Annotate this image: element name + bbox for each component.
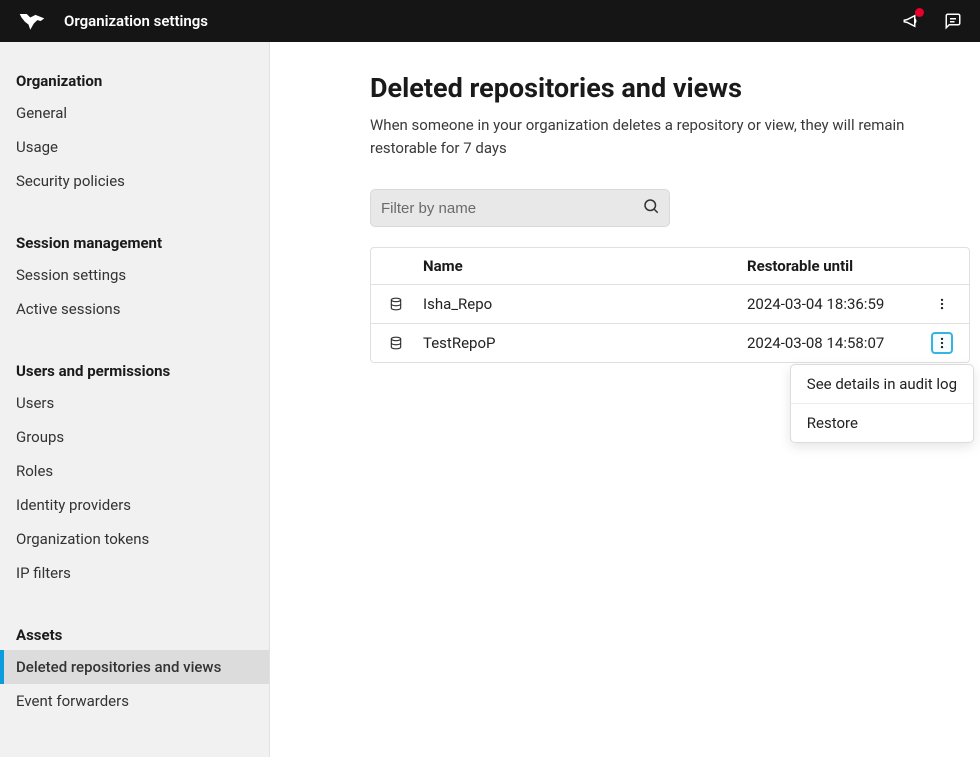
row-name: Isha_Repo: [423, 295, 747, 313]
filter-container: [370, 189, 670, 227]
menu-item-restore[interactable]: Restore: [791, 404, 973, 442]
menu-item-audit-log[interactable]: See details in audit log: [791, 365, 973, 404]
sidebar-item-security-policies[interactable]: Security policies: [0, 164, 269, 198]
sidebar-item-active-sessions[interactable]: Active sessions: [0, 292, 269, 326]
sidebar-section-organization: Organization General Usage Security poli…: [0, 64, 269, 198]
sidebar-heading: Users and permissions: [0, 354, 269, 386]
repository-icon: [383, 297, 423, 311]
topbar-left: Organization settings: [18, 10, 208, 32]
row-actions-button[interactable]: [931, 293, 953, 315]
row-restorable-until: 2024-03-04 18:36:59: [747, 295, 927, 313]
sidebar-item-roles[interactable]: Roles: [0, 454, 269, 488]
topbar-right: [902, 12, 962, 30]
sidebar-item-general[interactable]: General: [0, 96, 269, 130]
sidebar-item-identity-providers[interactable]: Identity providers: [0, 488, 269, 522]
topbar-title: Organization settings: [64, 12, 208, 30]
column-header-name[interactable]: Name: [423, 257, 747, 275]
sidebar-item-ip-filters[interactable]: IP filters: [0, 556, 269, 590]
app-logo[interactable]: [18, 10, 46, 32]
sidebar-section-users-permissions: Users and permissions Users Groups Roles…: [0, 354, 269, 590]
repository-icon: [383, 336, 423, 350]
table-row: TestRepoP 2024-03-08 14:58:07 See detail…: [371, 324, 969, 362]
sidebar-item-groups[interactable]: Groups: [0, 420, 269, 454]
topbar: Organization settings: [0, 0, 980, 42]
row-actions-menu: See details in audit log Restore: [790, 364, 974, 443]
page-description: When someone in your organization delete…: [370, 114, 970, 159]
sidebar-item-users[interactable]: Users: [0, 386, 269, 420]
bird-icon: [18, 10, 46, 32]
kebab-icon: [935, 336, 949, 350]
sidebar-heading: Assets: [0, 618, 269, 650]
layout: Organization General Usage Security poli…: [0, 42, 980, 757]
row-actions-button[interactable]: [931, 332, 953, 354]
table-row: Isha_Repo 2024-03-04 18:36:59: [371, 285, 969, 324]
sidebar-heading: Organization: [0, 64, 269, 96]
sidebar-item-usage[interactable]: Usage: [0, 130, 269, 164]
kebab-icon: [935, 297, 949, 311]
deleted-items-table: Name Restorable until Isha_Repo 2024-03-…: [370, 247, 970, 363]
sidebar-section-assets: Assets Deleted repositories and views Ev…: [0, 618, 269, 718]
notification-dot: [915, 8, 924, 17]
sidebar-heading: Session management: [0, 226, 269, 258]
table-header: Name Restorable until: [371, 248, 969, 285]
announcements-button[interactable]: [902, 12, 920, 30]
page-title: Deleted repositories and views: [370, 72, 970, 104]
sidebar-section-session-management: Session management Session settings Acti…: [0, 226, 269, 326]
main-content: Deleted repositories and views When some…: [270, 42, 980, 757]
filter-input[interactable]: [370, 189, 670, 227]
column-header-restorable[interactable]: Restorable until: [747, 257, 927, 275]
sidebar-item-event-forwarders[interactable]: Event forwarders: [0, 684, 269, 718]
feedback-button[interactable]: [944, 12, 962, 30]
sidebar-item-organization-tokens[interactable]: Organization tokens: [0, 522, 269, 556]
message-icon: [944, 12, 962, 30]
row-name: TestRepoP: [423, 334, 747, 352]
row-restorable-until: 2024-03-08 14:58:07: [747, 334, 927, 352]
sidebar: Organization General Usage Security poli…: [0, 42, 270, 757]
sidebar-item-session-settings[interactable]: Session settings: [0, 258, 269, 292]
sidebar-item-deleted-repositories[interactable]: Deleted repositories and views: [0, 650, 269, 684]
